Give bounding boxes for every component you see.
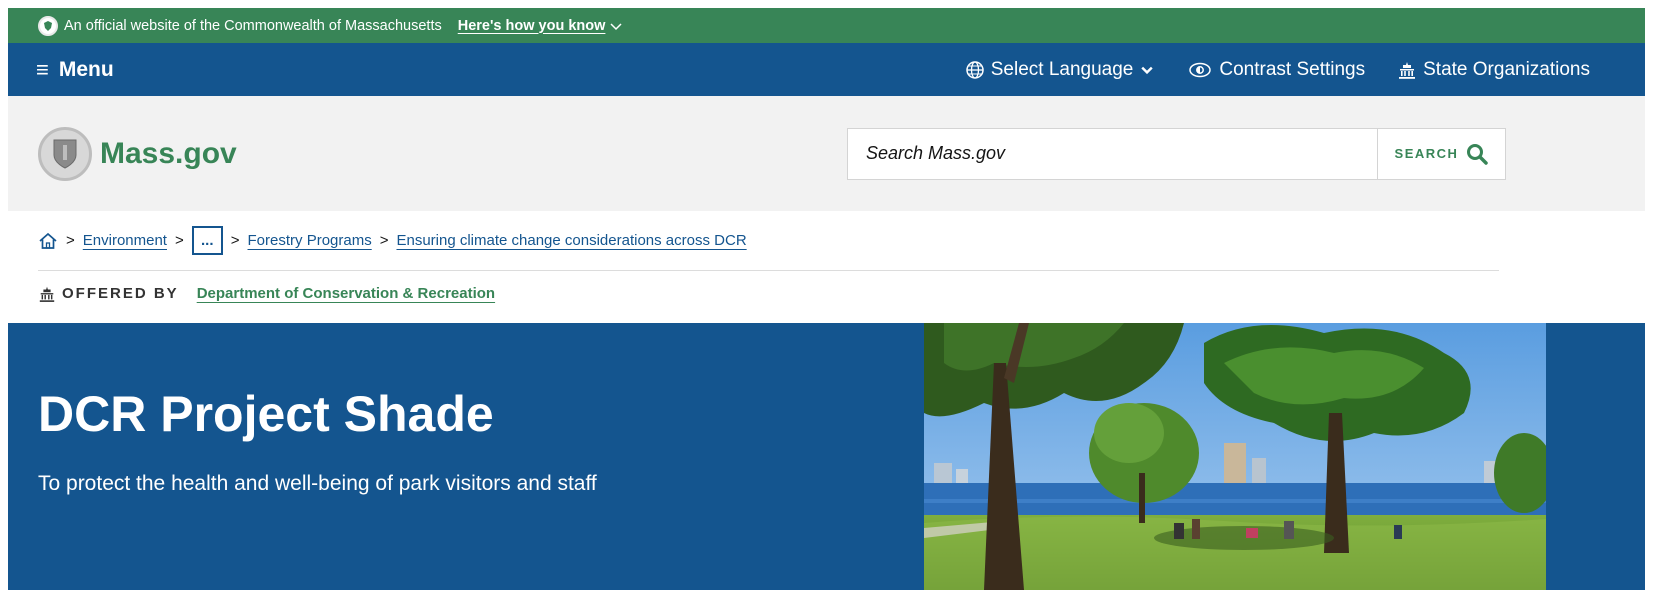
hero-image [924, 323, 1546, 590]
breadcrumb-environment[interactable]: Environment [83, 232, 167, 249]
caret-down-icon [1141, 66, 1154, 74]
heres-how-you-know-label: Here's how you know [457, 17, 606, 34]
site-header: Mass.gov SEARCH [8, 96, 1645, 211]
page-hero: DCR Project Shade To protect the health … [8, 323, 1645, 590]
logo-text: Mass.gov [100, 136, 237, 170]
contrast-settings-button[interactable]: Contrast Settings [1187, 59, 1365, 81]
search-icon [1467, 143, 1489, 165]
state-organizations-button[interactable]: State Organizations [1397, 59, 1590, 81]
heres-how-you-know-link[interactable]: Here's how you know [458, 18, 624, 34]
search-input[interactable] [848, 128, 1377, 179]
globe-icon [966, 60, 984, 79]
official-banner: An official website of the Commonwealth … [8, 8, 1645, 43]
search-form: SEARCH [847, 127, 1506, 180]
breadcrumb-current-page[interactable]: Ensuring climate change considerations a… [396, 232, 746, 249]
breadcrumb: > Environment > ... > Forestry Programs … [38, 211, 1499, 271]
menu-label: Menu [58, 57, 114, 81]
chevron-down-icon [610, 22, 622, 30]
state-organizations-label: State Organizations [1423, 58, 1590, 80]
select-language-label: Select Language [990, 58, 1134, 80]
breadcrumb-separator: > [174, 232, 184, 249]
contrast-settings-label: Contrast Settings [1219, 58, 1366, 80]
breadcrumb-separator: > [66, 232, 75, 249]
building-icon [1399, 61, 1416, 79]
utility-nav: ≡ Menu Select Language Contrast Settings… [8, 43, 1645, 96]
mass-gov-logo[interactable]: Mass.gov [38, 126, 237, 181]
seal-icon [38, 15, 58, 36]
breadcrumb-ellipsis-button[interactable]: ... [191, 226, 223, 255]
breadcrumb-separator: > [230, 232, 240, 249]
home-icon[interactable] [38, 232, 58, 250]
page-subtitle: To protect the health and well-being of … [38, 472, 597, 495]
search-button-label: SEARCH [1394, 146, 1459, 161]
menu-button[interactable]: ≡ Menu [36, 57, 114, 83]
offered-by: OFFERED BY Department of Conservation & … [8, 271, 1645, 316]
building-icon [39, 286, 55, 302]
search-button[interactable]: SEARCH [1377, 128, 1505, 179]
hamburger-icon: ≡ [36, 56, 49, 82]
eye-icon [1189, 62, 1212, 77]
page: An official website of the Commonwealth … [8, 8, 1645, 590]
breadcrumb-separator: > [379, 232, 389, 249]
official-banner-text: An official website of the Commonwealth … [64, 17, 442, 34]
offered-by-org-link[interactable]: Department of Conservation & Recreation [197, 285, 495, 302]
offered-by-label: OFFERED BY [62, 285, 179, 302]
select-language-button[interactable]: Select Language [965, 59, 1156, 81]
page-title: DCR Project Shade [38, 386, 494, 442]
state-seal-icon [38, 126, 92, 181]
breadcrumb-forestry-programs[interactable]: Forestry Programs [248, 232, 372, 249]
